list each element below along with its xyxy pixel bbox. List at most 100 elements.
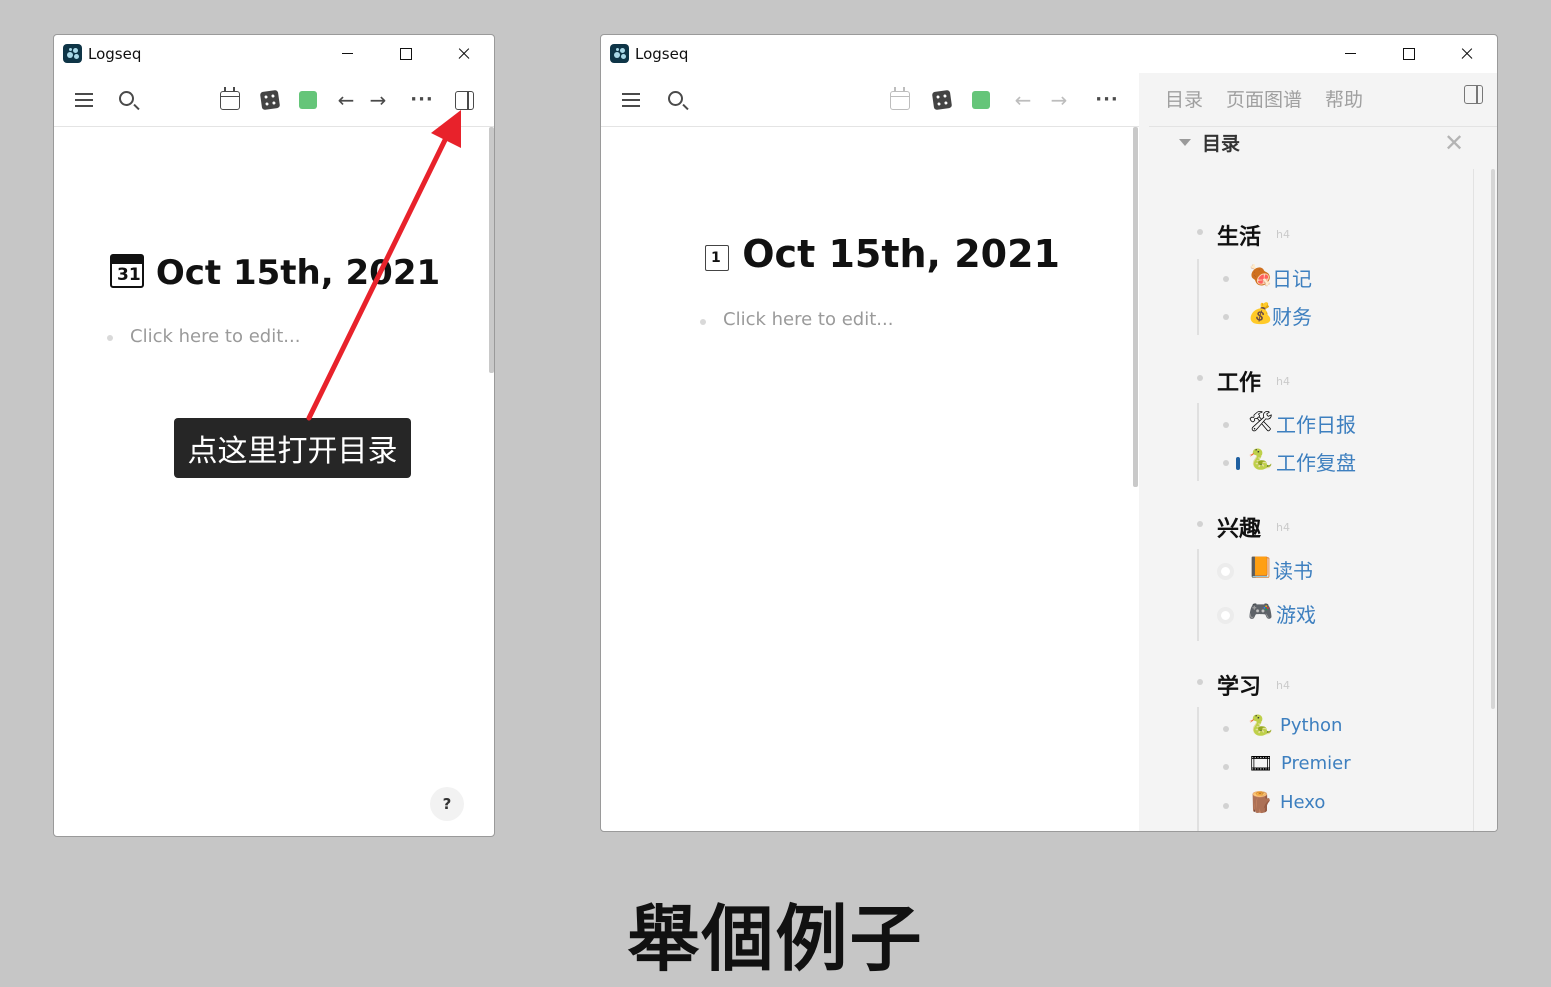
- scrollbar[interactable]: [1491, 169, 1495, 709]
- toc-link[interactable]: 工作日报: [1276, 409, 1356, 438]
- logseq-logo-icon: [610, 44, 629, 63]
- toc-link[interactable]: Hexo: [1280, 792, 1325, 813]
- tab-help[interactable]: 帮助: [1325, 85, 1363, 112]
- heading-level-tag: h4: [1276, 521, 1290, 534]
- menu-icon[interactable]: [617, 86, 645, 114]
- heading-bullet[interactable]: [1197, 375, 1203, 381]
- edit-placeholder[interactable]: Click here to edit...: [130, 326, 300, 347]
- gamepad-emoji-icon: 🎮: [1248, 599, 1273, 623]
- sidebar-toggle-icon[interactable]: [450, 86, 478, 114]
- arrow-right-icon[interactable]: →: [1045, 86, 1073, 114]
- toc-link[interactable]: 游戏: [1276, 599, 1316, 628]
- tab-page-graph[interactable]: 页面图谱: [1226, 85, 1302, 112]
- list-item-bullet[interactable]: [1223, 764, 1229, 770]
- toc-panel: 生活 h4 🍖 日记 💰 财务 工作 h4 🛠 工作日报 🐍 工作复盘 兴趣 h…: [1164, 169, 1474, 831]
- snake-emoji-icon: 🐍: [1248, 447, 1273, 471]
- close-window-button[interactable]: [436, 35, 492, 73]
- toc-link[interactable]: 读书: [1273, 555, 1313, 584]
- list-item-bullet[interactable]: [1223, 422, 1229, 428]
- meat-emoji-icon: 🍖: [1248, 263, 1273, 287]
- close-window-button[interactable]: [1439, 35, 1495, 73]
- toolbar: ← → ···: [601, 73, 1139, 127]
- heading-level-tag: h4: [1276, 228, 1290, 241]
- tools-emoji-icon: 🛠: [1248, 409, 1274, 433]
- film-emoji-icon: 🎞: [1248, 751, 1274, 775]
- list-item-bullet[interactable]: [1223, 276, 1229, 282]
- indent-guide: [1197, 259, 1199, 335]
- arrow-right-icon[interactable]: →: [364, 86, 392, 114]
- divider: [1149, 126, 1497, 127]
- more-icon[interactable]: ···: [408, 86, 436, 114]
- indent-guide: [1197, 549, 1199, 641]
- edit-placeholder[interactable]: Click here to edit...: [723, 309, 893, 330]
- close-icon[interactable]: ✕: [1444, 131, 1464, 155]
- maximize-button[interactable]: [1381, 35, 1437, 73]
- minimize-button[interactable]: [1323, 35, 1379, 73]
- toc-link[interactable]: 财务: [1272, 301, 1312, 330]
- block-bullet: [107, 335, 113, 341]
- search-icon[interactable]: [663, 86, 691, 114]
- toc-section-title[interactable]: 目录: [1202, 129, 1240, 156]
- collapse-caret-icon[interactable]: [1179, 139, 1191, 146]
- scrollbar[interactable]: [1133, 127, 1138, 487]
- dice-icon[interactable]: [256, 86, 284, 114]
- menu-icon[interactable]: [70, 86, 98, 114]
- heading-level-tag: h4: [1276, 679, 1290, 692]
- logseq-window-right: Logseq ← → ··· 1 Oct 15th, 2021 Click he…: [600, 34, 1498, 832]
- toc-link[interactable]: 日记: [1272, 263, 1312, 292]
- toc-link[interactable]: 工作复盘: [1276, 447, 1356, 476]
- app-title: Logseq: [88, 45, 142, 63]
- scrollbar[interactable]: [489, 127, 494, 373]
- dice-icon[interactable]: [928, 86, 956, 114]
- maximize-button[interactable]: [378, 35, 434, 73]
- toc-link[interactable]: Python: [1280, 715, 1342, 736]
- toc-link[interactable]: Premier: [1281, 753, 1351, 774]
- list-item-bullet[interactable]: [1223, 726, 1229, 732]
- minimize-button[interactable]: [320, 35, 376, 73]
- active-item-marker: [1236, 457, 1240, 470]
- arrow-left-icon[interactable]: ←: [332, 86, 360, 114]
- toc-heading[interactable]: 学习: [1217, 669, 1261, 701]
- collapsed-bullet[interactable]: [1217, 563, 1234, 580]
- list-item-bullet[interactable]: [1223, 803, 1229, 809]
- calendar-icon[interactable]: [216, 86, 244, 114]
- more-icon[interactable]: ···: [1093, 86, 1121, 114]
- toc-heading[interactable]: 工作: [1217, 365, 1261, 397]
- list-item-bullet[interactable]: [1223, 460, 1229, 466]
- calendar-icon[interactable]: [886, 86, 914, 114]
- calendar-emoji-icon: 31: [110, 254, 144, 288]
- toolbar: ← → ···: [54, 73, 494, 127]
- app-title: Logseq: [635, 45, 689, 63]
- tooltip-callout: 点这里打开目录: [174, 418, 411, 478]
- title-bar[interactable]: Logseq: [54, 35, 494, 73]
- money-bag-emoji-icon: 💰: [1248, 301, 1273, 325]
- arrow-left-icon[interactable]: ←: [1009, 86, 1037, 114]
- page-title[interactable]: 31 Oct 15th, 2021: [110, 253, 440, 293]
- tab-toc[interactable]: 目录: [1165, 85, 1203, 112]
- indent-guide: [1197, 403, 1199, 481]
- logseq-logo-icon: [63, 44, 82, 63]
- green-square-icon[interactable]: [967, 86, 995, 114]
- heading-level-tag: h4: [1276, 375, 1290, 388]
- sidebar-toggle-icon[interactable]: [1464, 85, 1483, 104]
- collapsed-bullet[interactable]: [1217, 607, 1234, 624]
- caption-text: 舉個例子: [627, 896, 924, 981]
- wood-emoji-icon: 🪵: [1248, 790, 1273, 814]
- block-bullet: [700, 319, 706, 325]
- toc-heading[interactable]: 兴趣: [1217, 511, 1261, 543]
- title-bar[interactable]: Logseq: [601, 35, 1497, 73]
- heading-bullet[interactable]: [1197, 679, 1203, 685]
- heading-bullet[interactable]: [1197, 521, 1203, 527]
- indent-guide: [1197, 707, 1199, 831]
- snake-emoji-icon: 🐍: [1248, 713, 1273, 737]
- help-button[interactable]: ?: [430, 787, 464, 821]
- right-sidebar: 目录 页面图谱 帮助 目录 ✕ 生活 h4 🍖 日记 💰 财务 工作 h4 🛠 …: [1139, 73, 1497, 831]
- calendar-emoji-icon: 1: [705, 245, 729, 271]
- list-item-bullet[interactable]: [1223, 314, 1229, 320]
- heading-bullet[interactable]: [1197, 229, 1203, 235]
- page-title[interactable]: 1 Oct 15th, 2021: [705, 232, 1060, 276]
- green-square-icon[interactable]: [294, 86, 322, 114]
- search-icon[interactable]: [114, 86, 142, 114]
- book-emoji-icon: 📙: [1248, 555, 1273, 579]
- toc-heading[interactable]: 生活: [1217, 219, 1261, 251]
